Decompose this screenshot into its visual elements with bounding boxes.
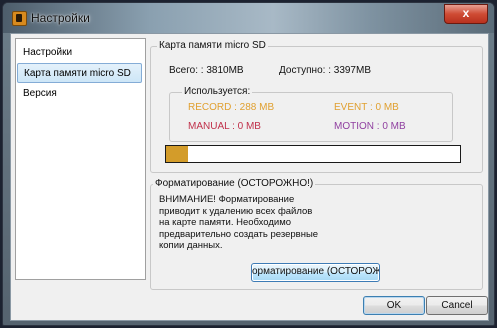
event-usage: EVENT : 0 MB — [334, 102, 399, 113]
total-capacity: Всего: : 3810MB — [169, 65, 244, 76]
format-button[interactable]: орматирование (ОСТОРОЖНС — [251, 263, 380, 282]
settings-window: Настройки x Настройки Карта памяти micro… — [2, 2, 495, 326]
window-title: Настройки — [31, 11, 90, 25]
format-group-title: Форматирование (ОСТОРОЖНО!) — [153, 178, 316, 189]
app-icon — [12, 11, 27, 26]
sidebar-item-settings[interactable]: Настройки — [17, 43, 142, 63]
dialog-client-area: Настройки Карта памяти micro SD Версия К… — [10, 33, 489, 321]
record-usage: RECORD : 288 MB — [188, 102, 275, 113]
cancel-button[interactable]: Cancel — [426, 296, 488, 315]
sidebar-item-micro-sd[interactable]: Карта памяти micro SD — [17, 63, 142, 83]
sidebar: Настройки Карта памяти micro SD Версия — [15, 38, 146, 280]
sd-card-group: Карта памяти micro SD Всего: : 3810MB До… — [150, 40, 483, 173]
usage-group-title: Используется: — [182, 86, 253, 97]
format-group: Форматирование (ОСТОРОЖНО!) ВНИМАНИЕ! Фо… — [150, 178, 483, 290]
usage-group: Используется: RECORD : 288 MB EVENT : 0 … — [169, 86, 453, 142]
title-bar[interactable]: Настройки x — [3, 3, 494, 33]
sd-card-group-title: Карта памяти micro SD — [157, 40, 268, 51]
usage-progress-bar — [165, 145, 461, 163]
format-warning-text: ВНИМАНИЕ! Форматирование приводит к удал… — [159, 194, 319, 251]
motion-usage: MOTION : 0 MB — [334, 121, 406, 132]
content-panel: Карта памяти micro SD Всего: : 3810MB До… — [150, 38, 483, 290]
ok-button[interactable]: OK — [363, 296, 425, 315]
usage-progress-fill — [166, 146, 189, 162]
available-capacity: Доступно: : 3397MB — [279, 65, 371, 76]
manual-usage: MANUAL : 0 MB — [188, 121, 261, 132]
sidebar-item-version[interactable]: Версия — [17, 84, 142, 104]
close-button[interactable]: x — [444, 4, 488, 24]
